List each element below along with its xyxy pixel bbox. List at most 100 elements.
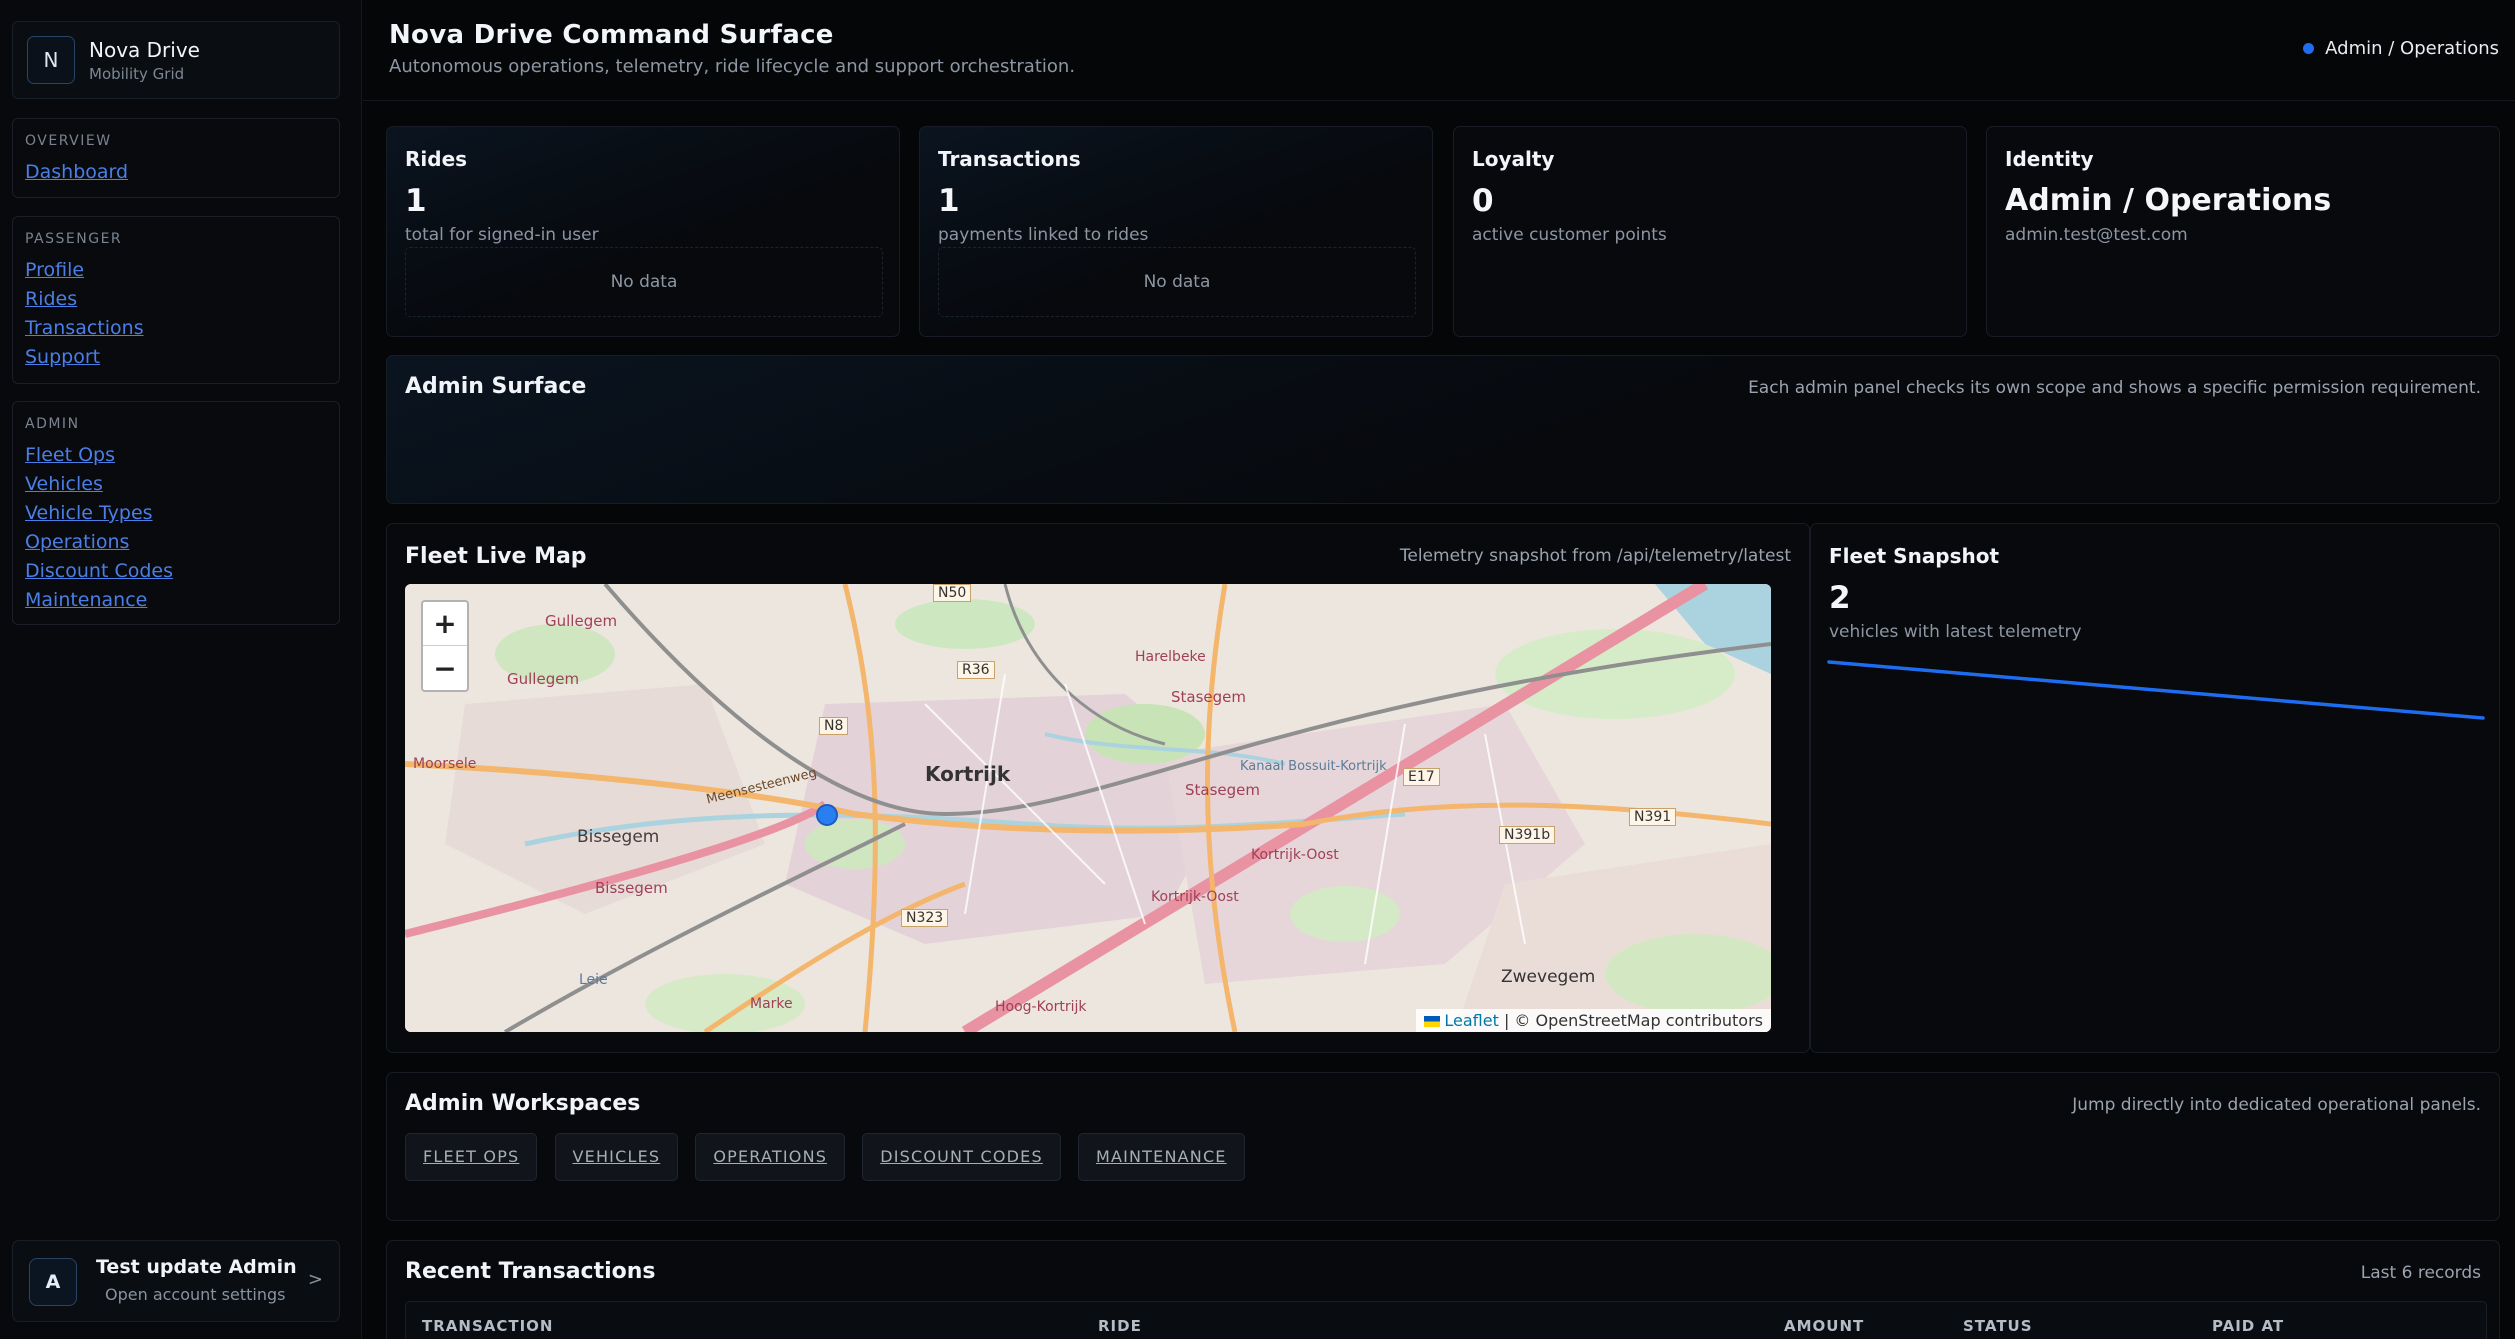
road-shield: N8 [819,717,849,735]
sparkline-chart [1827,660,2485,720]
column-header[interactable]: STATUS [1963,1317,2033,1335]
card-title: Fleet Snapshot [1829,544,2000,568]
admin-surface-panel: Admin Surface Each admin panel checks it… [386,355,2500,504]
role-indicator: Admin / Operations [2303,38,2499,59]
road-shield: E17 [1403,768,1440,786]
nav-link-support[interactable]: Support [25,343,327,372]
zoom-in-button[interactable]: + [423,602,467,646]
fleet-snapshot-panel: Fleet Snapshot 2 vehicles with latest te… [1810,523,2500,1053]
nav-group-overview: OVERVIEW Dashboard [12,118,340,198]
map-canvas[interactable]: Kortrijk Bissegem Bissegem Stasegem Stas… [405,584,1771,1032]
stat-card-identity: Identity Admin / Operations admin.test@t… [1986,126,2500,337]
card-title: Transactions [938,147,1081,171]
map-label: Kortrijk [925,762,1011,786]
stat-caption: vehicles with latest telemetry [1829,622,2082,642]
status-dot-icon [2303,43,2315,54]
map-label: Bissegem [595,879,668,897]
workspace-chip-maintenance[interactable]: MAINTENANCE [1077,1133,1245,1181]
nav-link-vehicle-types[interactable]: Vehicle Types [25,499,327,528]
column-header[interactable]: PAID AT [2212,1317,2284,1335]
map-label: Kanaal Bossuit-Kortrijk [1240,759,1387,774]
stat-caption: total for signed-in user [405,225,599,245]
account-settings-card[interactable]: A Test update Admin Open account setting… [12,1240,340,1322]
brand-card[interactable]: N Nova Drive Mobility Grid [12,21,340,99]
stat-card-loyalty: Loyalty 0 active customer points [1453,126,1967,337]
workspace-chip-operations[interactable]: OPERATIONS [695,1133,846,1181]
zoom-out-button[interactable]: − [423,646,467,690]
map-label: Kortrijk-Oost [1251,847,1339,863]
column-header[interactable]: RIDE [1098,1317,1142,1335]
road-shield: N323 [901,909,949,927]
map-attribution: Leaflet | © OpenStreetMap contributors [1416,1009,1771,1032]
nav-link-operations[interactable]: Operations [25,528,327,557]
stat-value: 2 [1829,580,1851,616]
workspace-chip-vehicles[interactable]: VEHICLES [554,1133,679,1181]
attribution-text: | © OpenStreetMap contributors [1503,1011,1763,1030]
leaflet-link[interactable]: Leaflet [1444,1011,1498,1030]
stat-card-rides: Rides 1 total for signed-in user No data [386,126,900,337]
empty-chart-placeholder: No data [938,247,1416,317]
nav-link-vehicles[interactable]: Vehicles [25,470,327,499]
page-subtitle: Autonomous operations, telemetry, ride l… [389,56,1076,77]
map-label: Stasegem [1185,781,1260,799]
table-header-row: TRANSACTION RIDE AMOUNT STATUS PAID AT [405,1301,2487,1339]
column-header[interactable]: AMOUNT [1784,1317,1864,1335]
road-shield: N50 [933,584,972,602]
page-title: Nova Drive Command Surface [389,20,834,50]
map-label: Leie [579,972,608,988]
card-title: Loyalty [1472,147,1555,171]
nav-link-fleet-ops[interactable]: Fleet Ops [25,441,327,470]
recent-transactions-panel: Recent Transactions Last 6 records TRANS… [386,1240,2500,1339]
brand-subtitle: Mobility Grid [89,65,185,83]
role-label: Admin / Operations [2325,38,2499,59]
nav-link-transactions[interactable]: Transactions [25,314,327,343]
identity-email: admin.test@test.com [2005,225,2188,245]
map-tiles [405,584,1771,1032]
page-header: Nova Drive Command Surface Autonomous op… [363,0,2515,101]
map-label: Kortrijk-Oost [1151,889,1239,905]
stat-caption: active customer points [1472,225,1667,245]
workspace-chip-list: FLEET OPS VEHICLES OPERATIONS DISCOUNT C… [405,1133,1257,1181]
section-note: Jump directly into dedicated operational… [2072,1095,2481,1115]
nav-link-discount-codes[interactable]: Discount Codes [25,557,327,586]
avatar: A [29,1258,77,1306]
workspace-chip-fleet-ops[interactable]: FLEET OPS [405,1133,538,1181]
nav-group-title: OVERVIEW [25,133,112,149]
zoom-control: + − [421,600,469,692]
chevron-right-icon: > [307,1269,323,1290]
user-name: Test update Admin [96,1256,297,1278]
nav-group-admin: ADMIN Fleet Ops Vehicles Vehicle Types O… [12,401,340,625]
fleet-live-map-panel: Fleet Live Map Telemetry snapshot from /… [386,523,1810,1053]
stat-value: 1 [938,183,960,219]
section-note: Each admin panel checks its own scope an… [1748,378,2481,398]
stat-value: 1 [405,183,427,219]
nav-link-dashboard[interactable]: Dashboard [25,158,327,187]
card-title: Rides [405,147,468,171]
sidebar: N Nova Drive Mobility Grid OVERVIEW Dash… [0,0,362,1339]
nav-group-title: ADMIN [25,416,80,432]
map-label: Bissegem [577,827,660,847]
sparkline-series [1827,660,2485,720]
brand-name: Nova Drive [89,38,200,62]
nav-group-passenger: PASSENGER Profile Rides Transactions Sup… [12,216,340,384]
column-header[interactable]: TRANSACTION [422,1317,553,1335]
map-label: Marke [750,996,793,1012]
nav-group-title: PASSENGER [25,231,123,247]
map-label: Gullegem [507,670,580,688]
map-label: Zwevegem [1501,967,1596,987]
section-note: Last 6 records [2360,1263,2481,1283]
vehicle-marker[interactable] [816,804,838,826]
nav-link-maintenance[interactable]: Maintenance [25,586,327,615]
section-note: Telemetry snapshot from /api/telemetry/l… [1399,546,1791,566]
workspace-chip-discount-codes[interactable]: DISCOUNT CODES [862,1133,1061,1181]
road-shield: N391 [1629,808,1677,826]
road-shield: N391b [1499,826,1556,844]
nav-link-profile[interactable]: Profile [25,256,327,285]
nav-link-rides[interactable]: Rides [25,285,327,314]
brand-logo-badge: N [27,36,75,84]
identity-role: Admin / Operations [2005,183,2332,218]
map-label: Moorsele [413,756,477,772]
section-title: Fleet Live Map [405,544,587,569]
section-title: Admin Surface [405,374,587,399]
admin-workspaces-panel: Admin Workspaces Jump directly into dedi… [386,1072,2500,1221]
